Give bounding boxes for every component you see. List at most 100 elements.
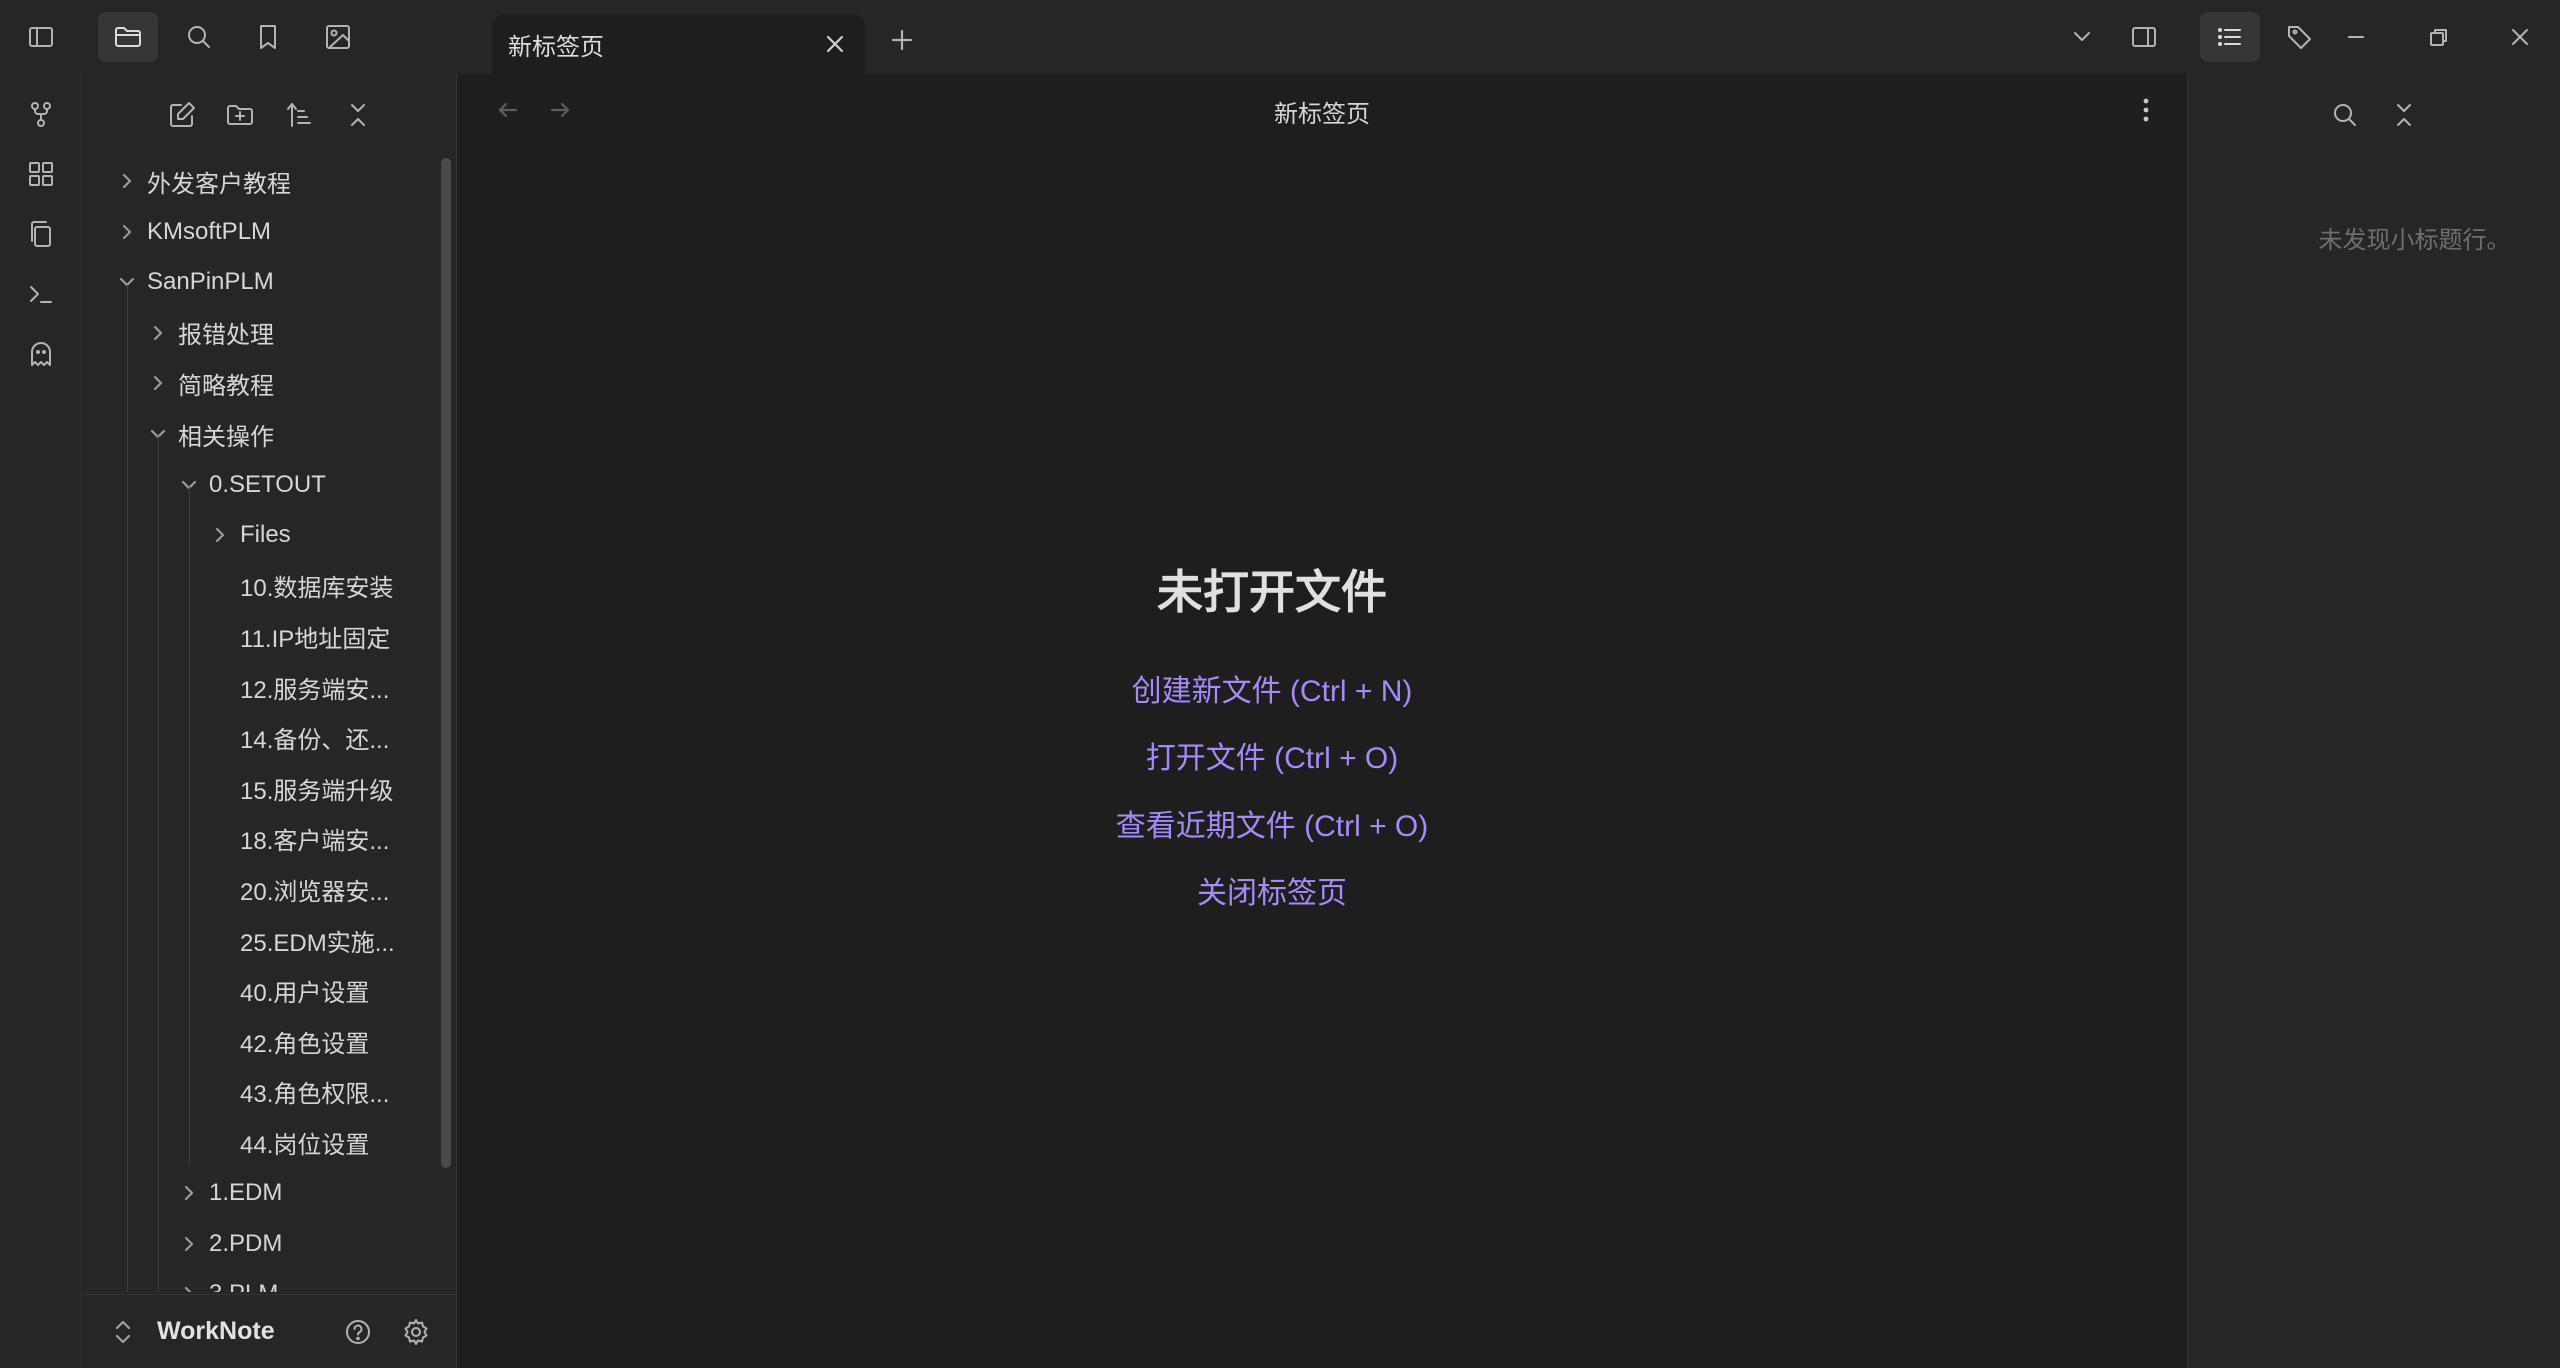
indent-guide bbox=[189, 486, 190, 1165]
sidebar-right-icon bbox=[2132, 27, 2156, 47]
help-button[interactable] bbox=[333, 1307, 383, 1357]
tree-item-label: 25.EDM实施... bbox=[240, 929, 395, 957]
tree-file[interactable]: 20.浏览器安... bbox=[240, 866, 389, 912]
tree-item-label: SanPinPLM bbox=[147, 268, 274, 296]
tree-file[interactable]: 12.服务端安... bbox=[240, 664, 389, 710]
bookmarks-view-button[interactable] bbox=[238, 12, 298, 62]
file-tree-scrollbar[interactable] bbox=[441, 158, 451, 1168]
close-tab-link[interactable]: 关闭标签页 bbox=[408, 868, 2136, 912]
more-options-button[interactable] bbox=[2126, 88, 2166, 132]
tree-item-label: 43.角色权限... bbox=[240, 1081, 390, 1109]
bookmark-icon bbox=[260, 25, 276, 49]
tree-folder[interactable]: SanPinPLM bbox=[113, 259, 274, 305]
tree-file[interactable]: 43.角色权限... bbox=[240, 1069, 389, 1115]
chevron-right-icon[interactable] bbox=[175, 1230, 203, 1258]
chevron-right-icon[interactable] bbox=[175, 1280, 203, 1292]
graph-view-button[interactable] bbox=[11, 88, 71, 140]
recent-files-link[interactable]: 查看近期文件 (Ctrl + O) bbox=[408, 801, 2136, 845]
tags-view-button[interactable] bbox=[2270, 12, 2330, 62]
toggle-left-sidebar-button[interactable] bbox=[11, 12, 71, 62]
gear-icon bbox=[404, 1319, 428, 1345]
tree-file[interactable]: 11.IP地址固定 bbox=[240, 613, 390, 659]
plugin-ghost-button[interactable] bbox=[11, 328, 71, 380]
chevron-right-icon[interactable] bbox=[144, 319, 172, 347]
tree-item-label: 14.备份、还... bbox=[240, 727, 390, 755]
tree-folder[interactable]: 外发客户教程 bbox=[113, 158, 291, 204]
tree-folder[interactable]: KMsoftPLM bbox=[113, 209, 271, 255]
close-tab-button[interactable] bbox=[819, 28, 851, 60]
tree-folder[interactable]: 3.PLM bbox=[175, 1271, 278, 1292]
main-editor-area: 新标签页 未打开文件 创建新文件 (Ctrl + N) 打开文件 (Ctrl +… bbox=[458, 74, 2186, 1368]
minimize-window-button[interactable] bbox=[2326, 12, 2386, 62]
command-palette-button[interactable] bbox=[11, 268, 71, 320]
new-note-button[interactable] bbox=[156, 90, 208, 140]
tree-file[interactable]: 25.EDM实施... bbox=[240, 917, 395, 963]
tree-file[interactable]: 14.备份、还... bbox=[240, 715, 389, 761]
tree-folder[interactable]: 2.PDM bbox=[175, 1221, 282, 1267]
chevron-right-icon[interactable] bbox=[113, 218, 141, 246]
chevron-right-icon[interactable] bbox=[206, 521, 234, 549]
tree-file[interactable]: 44.岗位设置 bbox=[240, 1119, 369, 1165]
tree-item-label: 2.PDM bbox=[209, 1229, 283, 1257]
vault-name[interactable]: WorkNote bbox=[157, 1317, 275, 1346]
tree-file[interactable]: 18.客户端安... bbox=[240, 816, 389, 862]
help-circle-icon bbox=[346, 1320, 370, 1344]
tree-item-label: 44.岗位设置 bbox=[240, 1131, 370, 1159]
search-view-button[interactable] bbox=[169, 12, 229, 62]
tab-list-dropdown-button[interactable] bbox=[2052, 12, 2112, 62]
chevron-down-icon bbox=[2074, 32, 2090, 41]
new-folder-button[interactable] bbox=[214, 90, 266, 140]
title-bar: 新标签页 bbox=[0, 0, 2560, 74]
canvas-button[interactable] bbox=[11, 148, 71, 200]
tree-item-label: 简略教程 bbox=[178, 372, 274, 400]
image-view-button[interactable] bbox=[308, 12, 368, 62]
copy-icon bbox=[31, 221, 51, 247]
git-fork-icon bbox=[31, 102, 51, 127]
tree-file[interactable]: 15.服务端升级 bbox=[240, 765, 393, 811]
templates-button[interactable] bbox=[11, 208, 71, 260]
chevrons-up-down-icon bbox=[115, 1320, 131, 1344]
search-icon bbox=[2334, 104, 2356, 126]
chevron-right-icon[interactable] bbox=[175, 1179, 203, 1207]
tree-item-label: 12.服务端安... bbox=[240, 676, 390, 704]
tree-folder[interactable]: 报错处理 bbox=[144, 310, 274, 356]
edit-icon bbox=[170, 102, 195, 127]
settings-button[interactable] bbox=[391, 1307, 441, 1357]
close-icon bbox=[826, 35, 844, 53]
tree-folder[interactable]: 简略教程 bbox=[144, 360, 274, 406]
tree-item-label: 相关操作 bbox=[178, 423, 274, 451]
tree-item-label: Files bbox=[240, 521, 291, 549]
collapse-all-button[interactable] bbox=[332, 90, 384, 140]
tree-folder[interactable]: Files bbox=[206, 512, 291, 558]
tree-item-label: 0.SETOUT bbox=[209, 470, 326, 498]
chevron-right-icon[interactable] bbox=[144, 369, 172, 397]
tree-folder[interactable]: 1.EDM bbox=[175, 1170, 282, 1216]
tab-new-tab[interactable]: 新标签页 bbox=[492, 14, 865, 74]
toggle-right-sidebar-button[interactable] bbox=[2114, 12, 2174, 62]
tree-item-label: 报错处理 bbox=[178, 322, 274, 350]
vault-switcher-button[interactable] bbox=[109, 1317, 137, 1347]
create-new-file-link[interactable]: 创建新文件 (Ctrl + N) bbox=[408, 666, 2136, 710]
open-file-link[interactable]: 打开文件 (Ctrl + O) bbox=[408, 733, 2136, 777]
sort-button[interactable] bbox=[273, 90, 325, 140]
close-window-button[interactable] bbox=[2490, 12, 2550, 62]
minimize-icon bbox=[2348, 36, 2364, 38]
chevron-right-icon[interactable] bbox=[113, 167, 141, 195]
tree-item-label: 42.角色设置 bbox=[240, 1030, 370, 1058]
new-tab-button[interactable] bbox=[882, 20, 922, 60]
outline-search-button[interactable] bbox=[2319, 90, 2371, 140]
tree-folder[interactable]: 相关操作 bbox=[144, 411, 274, 457]
tree-file[interactable]: 42.角色设置 bbox=[240, 1018, 369, 1064]
tree-file[interactable]: 10.数据库安装 bbox=[240, 563, 393, 609]
tree-item-label: 外发客户教程 bbox=[147, 170, 291, 198]
outline-view-button[interactable] bbox=[2200, 12, 2260, 62]
restore-window-button[interactable] bbox=[2408, 12, 2468, 62]
arrow-left-icon bbox=[498, 102, 518, 118]
outline-collapse-button[interactable] bbox=[2378, 90, 2430, 140]
navigate-back-button[interactable] bbox=[488, 92, 528, 128]
tree-item-label: 1.EDM bbox=[209, 1179, 283, 1206]
left-ribbon bbox=[0, 74, 82, 1368]
tree-file[interactable]: 40.用户设置 bbox=[240, 968, 369, 1014]
files-view-button[interactable] bbox=[98, 12, 158, 62]
tree-folder[interactable]: 0.SETOUT bbox=[175, 462, 326, 508]
